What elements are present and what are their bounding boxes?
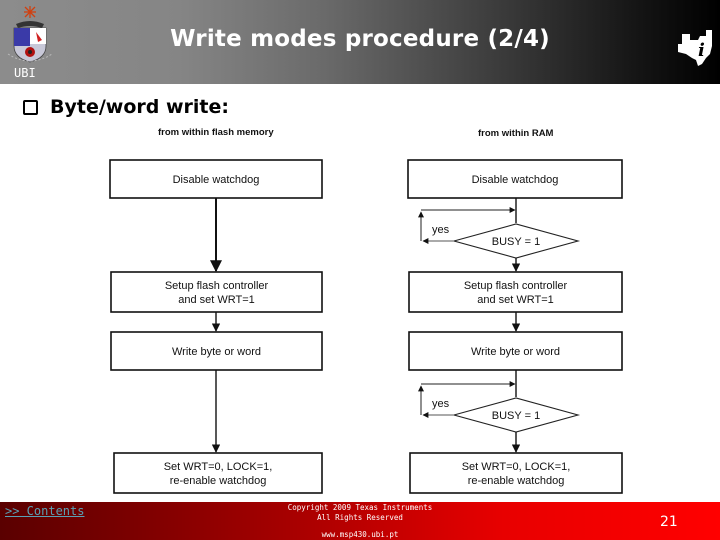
right-flow: Disable watchdog BUSY = 1 yes Setup flash c… [407,159,623,494]
process-box-1 [110,271,323,313]
process-box-3 [113,452,323,494]
process-box-text: re-enable watchdog [468,475,565,487]
decision-text: BUSY = 1 [492,236,540,248]
slide-footer: >> Contents Copyright 2009 Texas Instrum… [0,502,720,540]
process-box-text: Disable watchdog [173,174,260,186]
yes-label: yes [432,398,450,410]
yes-label: yes [432,224,450,236]
copyright-line-1: Copyright 2009 Texas Instruments [287,503,433,512]
flowchart: Disable watchdog Setup flash controller an… [109,159,623,494]
copyright-line-2: All Rights Reserved [317,513,403,522]
process-box-text: and set WRT=1 [477,294,554,306]
process-box-text: Setup flash controller [464,280,568,292]
process-box-text: Setup flash controller [165,280,269,292]
process-box-5 [409,452,623,494]
process-box-2 [408,271,623,313]
copyright-notice: Copyright 2009 Texas Instruments All Rig… [0,503,720,523]
process-box-text: Set WRT=0, LOCK=1, [164,461,273,473]
process-box-text: Disable watchdog [472,174,559,186]
decision-text: BUSY = 1 [492,410,540,422]
process-box-text: Write byte or word [471,346,560,358]
page-number: 21 [660,514,678,530]
left-flow: Disable watchdog Setup flash controller an… [109,159,323,494]
process-box-text: Write byte or word [172,346,261,358]
process-box-text: and set WRT=1 [178,294,255,306]
website-url: www.msp430.ubi.pt [321,530,399,539]
process-box-text: Set WRT=0, LOCK=1, [462,461,571,473]
process-box-text: re-enable watchdog [170,475,267,487]
